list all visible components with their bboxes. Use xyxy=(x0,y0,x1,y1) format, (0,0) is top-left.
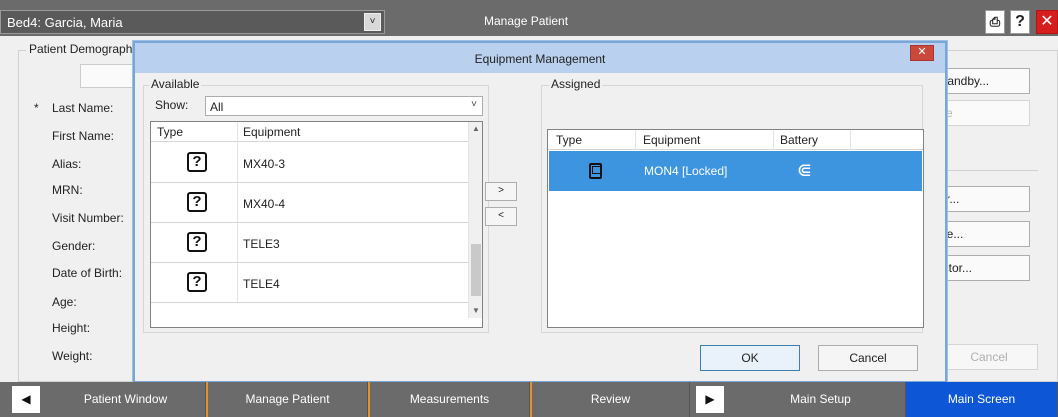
column-separator xyxy=(635,130,636,150)
field-label-mrn: MRN: xyxy=(52,183,83,197)
nav-tab-measurements[interactable]: Measurements xyxy=(370,382,530,417)
unassign-button[interactable]: < xyxy=(485,207,517,226)
list-item[interactable]: ? MX40-3 xyxy=(151,143,468,183)
equipment-management-dialog: Equipment Management ✕ Available Show: A… xyxy=(133,41,947,383)
show-filter-select[interactable]: All ˅ xyxy=(205,96,483,116)
scroll-up-icon[interactable]: ▲ xyxy=(469,122,482,136)
column-separator xyxy=(850,130,851,150)
app-title: Manage Patient xyxy=(484,14,569,28)
column-header-type[interactable]: Type xyxy=(157,125,183,139)
print-icon[interactable]: ⎙ xyxy=(985,10,1005,34)
monitor-icon xyxy=(589,163,602,179)
field-label-gender: Gender: xyxy=(52,239,96,253)
unknown-device-icon: ? xyxy=(187,152,207,172)
column-header-type[interactable]: Type xyxy=(556,133,582,147)
dialog-title: Equipment Management xyxy=(474,52,606,66)
title-bar: Bed4: Garcia, Maria ˅ Manage Patient ⎙ ?… xyxy=(0,0,1058,36)
unknown-device-icon: ? xyxy=(187,192,207,212)
nav-tab-patient-window[interactable]: Patient Window xyxy=(46,382,206,417)
column-separator xyxy=(773,130,774,150)
available-label: Available xyxy=(149,77,202,91)
available-list-header: Type Equipment xyxy=(151,122,468,142)
unknown-device-icon: ? xyxy=(187,232,207,252)
equipment-name: MON4 [Locked] xyxy=(644,164,728,178)
field-label-last-name: Last Name: xyxy=(52,101,114,115)
divider xyxy=(938,170,1038,171)
ok-button[interactable]: OK xyxy=(700,345,800,371)
cancel-button[interactable]: Cancel xyxy=(818,345,918,371)
column-header-equipment[interactable]: Equipment xyxy=(243,125,300,139)
patient-demographics-label: Patient Demograph xyxy=(26,42,136,56)
field-label-height: Height: xyxy=(52,321,91,335)
nav-tab-main-screen[interactable]: Main Screen xyxy=(906,382,1058,417)
required-mark: * xyxy=(34,101,39,115)
assigned-list-header: Type Equipment Battery xyxy=(548,130,923,150)
close-icon[interactable]: ✕ xyxy=(1036,10,1058,34)
nav-tab-review[interactable]: Review xyxy=(532,382,690,417)
plug-icon: ⋐ xyxy=(797,160,813,180)
nav-tab-manage-patient[interactable]: Manage Patient xyxy=(208,382,368,417)
bed-selector-value: Bed4: Garcia, Maria xyxy=(7,15,123,30)
scroll-down-icon[interactable]: ▼ xyxy=(469,304,482,318)
nav-tab-main-setup[interactable]: Main Setup xyxy=(736,382,906,417)
available-equipment-list[interactable]: Type Equipment ? MX40-3 ? MX40-4 ? TELE3… xyxy=(150,121,483,328)
bed-selector[interactable]: Bed4: Garcia, Maria ˅ xyxy=(0,10,385,34)
assigned-equipment-list[interactable]: Type Equipment Battery MON4 [Locked] ⋐ xyxy=(547,129,924,328)
background-cancel-button[interactable]: Cancel xyxy=(940,344,1038,370)
show-filter-value: All xyxy=(210,100,224,114)
assigned-label: Assigned xyxy=(549,77,603,91)
field-label-date-of-birth: Date of Birth: xyxy=(52,266,123,280)
chevron-down-icon[interactable]: ˅ xyxy=(364,13,381,31)
table-row-selected[interactable]: MON4 [Locked] ⋐ xyxy=(549,151,922,191)
help-icon[interactable]: ? xyxy=(1010,10,1030,34)
bottom-nav: ◀ Patient Window Manage Patient Measurem… xyxy=(0,382,1058,417)
nav-right-icon[interactable]: ▶ xyxy=(696,386,724,413)
equipment-name: TELE3 xyxy=(243,237,280,251)
nav-left-icon[interactable]: ◀ xyxy=(12,386,40,413)
dialog-close-icon[interactable]: ✕ xyxy=(910,45,934,61)
equipment-name: TELE4 xyxy=(243,277,280,291)
unknown-device-icon: ? xyxy=(187,272,207,292)
list-item[interactable]: ? MX40-4 xyxy=(151,183,468,223)
field-label-first-name: First Name: xyxy=(52,129,115,143)
column-separator xyxy=(237,122,238,142)
chevron-down-icon: ˅ xyxy=(471,99,477,110)
list-item[interactable]: ? TELE4 xyxy=(151,263,468,303)
equipment-name: MX40-3 xyxy=(243,157,286,171)
field-label-alias: Alias: xyxy=(52,157,82,171)
column-header-equipment[interactable]: Equipment xyxy=(643,133,700,147)
list-item[interactable]: ? TELE3 xyxy=(151,223,468,263)
scrollbar-thumb[interactable] xyxy=(471,244,481,296)
field-label-visit-number: Visit Number: xyxy=(52,211,124,225)
column-header-battery[interactable]: Battery xyxy=(780,133,818,147)
dialog-title-bar: Equipment Management ✕ xyxy=(135,43,945,73)
list-scrollbar[interactable]: ▲ ▼ xyxy=(468,122,482,318)
field-label-weight: Weight: xyxy=(52,349,93,363)
patient-top-button[interactable] xyxy=(80,64,140,88)
show-label: Show: xyxy=(155,98,189,112)
assign-button[interactable]: > xyxy=(485,182,517,201)
field-label-age: Age: xyxy=(52,295,77,309)
equipment-name: MX40-4 xyxy=(243,197,286,211)
